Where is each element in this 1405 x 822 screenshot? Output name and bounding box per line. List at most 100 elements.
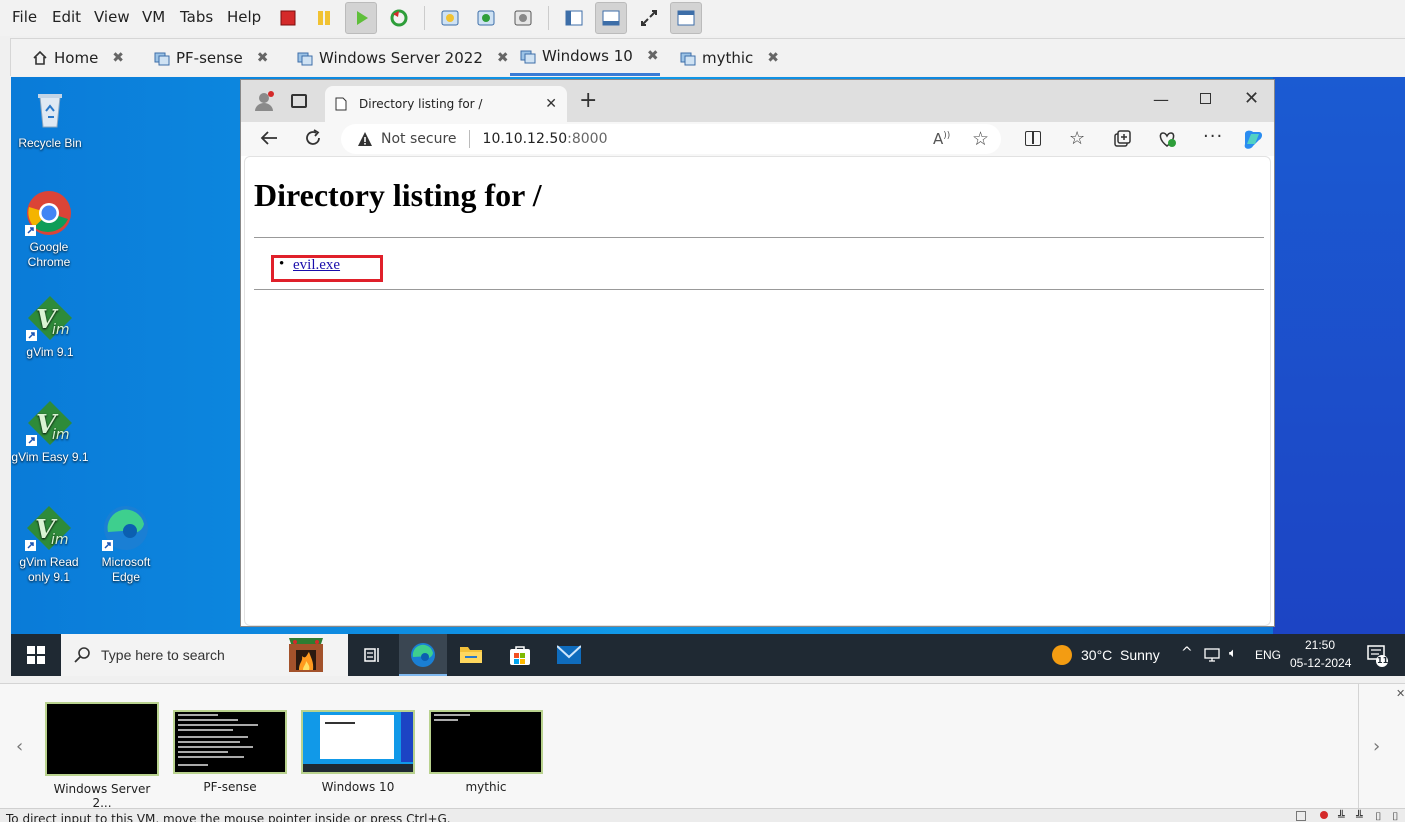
- page-content[interactable]: Directory listing for / • evil.exe: [244, 156, 1271, 626]
- thumbnail-screen: [173, 710, 287, 774]
- microsoft-store-icon[interactable]: [508, 643, 532, 671]
- mail-icon[interactable]: [556, 645, 582, 669]
- browser-window[interactable]: Directory listing for / ✕ + — ✕ Not secu…: [240, 79, 1275, 627]
- device-disk-icon[interactable]: [1296, 811, 1306, 821]
- read-aloud-icon[interactable]: A)): [933, 130, 950, 148]
- language-indicator[interactable]: ENG: [1255, 648, 1281, 662]
- favorites-icon[interactable]: ☆: [1069, 128, 1085, 149]
- tab-label: PF-sense: [176, 48, 243, 67]
- back-icon[interactable]: [259, 128, 279, 152]
- thumbnail-bar-icon[interactable]: [595, 2, 627, 34]
- reset-icon[interactable]: [383, 2, 415, 34]
- tab-label: Windows Server 2022: [319, 48, 483, 67]
- recycle-bin-shortcut[interactable]: Recycle Bin: [11, 85, 90, 151]
- close-bar-icon[interactable]: ✕: [1396, 687, 1405, 700]
- scroll-right-icon[interactable]: ›: [1373, 736, 1380, 757]
- thumbnail-windows-server[interactable]: Windows Server 2...: [45, 702, 159, 810]
- google-chrome-shortcut[interactable]: Google Chrome: [11, 189, 88, 270]
- close-icon[interactable]: ✖: [647, 48, 659, 64]
- tab-mythic[interactable]: mythic ✖: [680, 39, 779, 76]
- maximize-icon[interactable]: [1200, 93, 1211, 104]
- refresh-icon[interactable]: [303, 128, 323, 152]
- tab-label: mythic: [702, 48, 754, 67]
- profile-icon[interactable]: [253, 90, 275, 112]
- show-library-icon[interactable]: [558, 2, 590, 34]
- snapshot-icon[interactable]: [434, 2, 466, 34]
- gvim-easy-shortcut[interactable]: Vim gVim Easy 9.1: [11, 399, 90, 465]
- file-explorer-icon[interactable]: [459, 643, 483, 669]
- vm-icon: [154, 52, 170, 65]
- menu-view[interactable]: View: [94, 8, 130, 26]
- address-bar[interactable]: Not secure 10.10.12.50:8000: [341, 124, 1001, 154]
- file-link-evil-exe[interactable]: evil.exe: [293, 257, 340, 274]
- power-off-icon[interactable]: [272, 2, 304, 34]
- split-screen-icon[interactable]: [1025, 131, 1041, 146]
- tab-windows-server-2022[interactable]: Windows Server 2022 ✖: [297, 39, 509, 76]
- security-label: Not secure: [381, 131, 457, 147]
- tab-actions-icon[interactable]: [291, 94, 307, 108]
- windows-taskbar: Type here to search 30°C Sunny ^ 🔈︎ ENG …: [11, 634, 1405, 676]
- device-printer-icon[interactable]: ⌷: [1375, 810, 1382, 822]
- tab-windows-10[interactable]: Windows 10 ✖: [510, 39, 660, 76]
- new-tab-icon[interactable]: +: [579, 88, 597, 113]
- thumbnail-mythic[interactable]: mythic: [429, 710, 543, 794]
- gvim-readonly-shortcut[interactable]: Vim gVim Read only 9.1: [11, 504, 88, 585]
- thumbnail-pf-sense[interactable]: PF-sense: [173, 710, 287, 794]
- vm-tab-bar: Home ✖ PF-sense ✖ Windows Server 2022 ✖ …: [10, 38, 1405, 76]
- shortcut-label: gVim Read only 9.1: [19, 555, 79, 584]
- device-sound-icon[interactable]: ⌷: [1392, 810, 1399, 822]
- vim-icon: Vim: [26, 294, 74, 342]
- weather-temp[interactable]: 30°C: [1081, 647, 1112, 663]
- menu-vm[interactable]: VM: [142, 8, 165, 26]
- tab-home[interactable]: Home ✖: [32, 39, 124, 76]
- fullscreen-icon[interactable]: [633, 2, 665, 34]
- device-record-icon[interactable]: [1320, 811, 1328, 819]
- scroll-left-icon[interactable]: ‹: [16, 736, 23, 757]
- close-icon[interactable]: ✖: [257, 50, 269, 66]
- weather-text[interactable]: Sunny: [1120, 647, 1160, 663]
- task-view-icon[interactable]: [363, 646, 381, 668]
- device-usb-icon[interactable]: ╩: [1356, 810, 1363, 822]
- favorite-star-icon[interactable]: ☆: [972, 128, 989, 150]
- taskbar-search-box[interactable]: Type here to search: [61, 634, 348, 676]
- menu-help[interactable]: Help: [227, 8, 261, 26]
- power-on-icon[interactable]: [345, 2, 377, 34]
- close-icon[interactable]: ✖: [497, 50, 509, 66]
- minimize-icon[interactable]: —: [1153, 90, 1169, 109]
- microsoft-edge-shortcut[interactable]: Microsoft Edge: [86, 504, 166, 585]
- copilot-icon[interactable]: [1241, 128, 1263, 154]
- tab-pf-sense[interactable]: PF-sense ✖: [154, 39, 268, 76]
- volume-icon[interactable]: 🔈︎: [1229, 646, 1237, 661]
- gvim-shortcut[interactable]: Vim gVim 9.1: [11, 294, 90, 360]
- start-icon[interactable]: [27, 646, 45, 668]
- warning-icon: [358, 132, 372, 146]
- chevron-up-icon[interactable]: ^: [1181, 645, 1193, 661]
- more-options-icon[interactable]: ···: [1203, 126, 1223, 147]
- weather-sun-icon[interactable]: [1052, 645, 1072, 665]
- unity-view-icon[interactable]: [670, 2, 702, 34]
- thumbnail-windows-10[interactable]: Windows 10: [301, 710, 415, 794]
- collections-icon[interactable]: [1113, 130, 1131, 147]
- clock-date[interactable]: 05-12-2024: [1290, 656, 1351, 670]
- close-icon[interactable]: ✖: [112, 50, 124, 66]
- device-network-icon[interactable]: ╩: [1338, 810, 1345, 822]
- thumbnail-label: PF-sense: [203, 780, 257, 794]
- taskbar-edge[interactable]: [399, 634, 447, 676]
- browser-tab-active[interactable]: Directory listing for / ✕: [325, 86, 567, 122]
- suspend-icon[interactable]: [308, 2, 340, 34]
- snapshot-manager-icon[interactable]: [507, 2, 539, 34]
- close-window-icon[interactable]: ✕: [1244, 88, 1259, 109]
- toolbar-divider: [548, 6, 549, 30]
- close-tab-icon[interactable]: ✕: [545, 96, 557, 112]
- shortcut-label: gVim 9.1: [26, 345, 74, 359]
- menu-tabs[interactable]: Tabs: [180, 8, 213, 26]
- browser-essentials-icon[interactable]: [1157, 129, 1177, 153]
- notifications-icon[interactable]: 11: [1367, 644, 1389, 672]
- browser-tab-bar: Directory listing for / ✕ + — ✕: [241, 80, 1274, 122]
- menu-edit[interactable]: Edit: [52, 8, 81, 26]
- menu-file[interactable]: File: [12, 8, 37, 26]
- network-icon[interactable]: [1204, 647, 1222, 667]
- revert-snapshot-icon[interactable]: [470, 2, 502, 34]
- close-icon[interactable]: ✖: [767, 50, 779, 66]
- clock-time[interactable]: 21:50: [1305, 638, 1335, 652]
